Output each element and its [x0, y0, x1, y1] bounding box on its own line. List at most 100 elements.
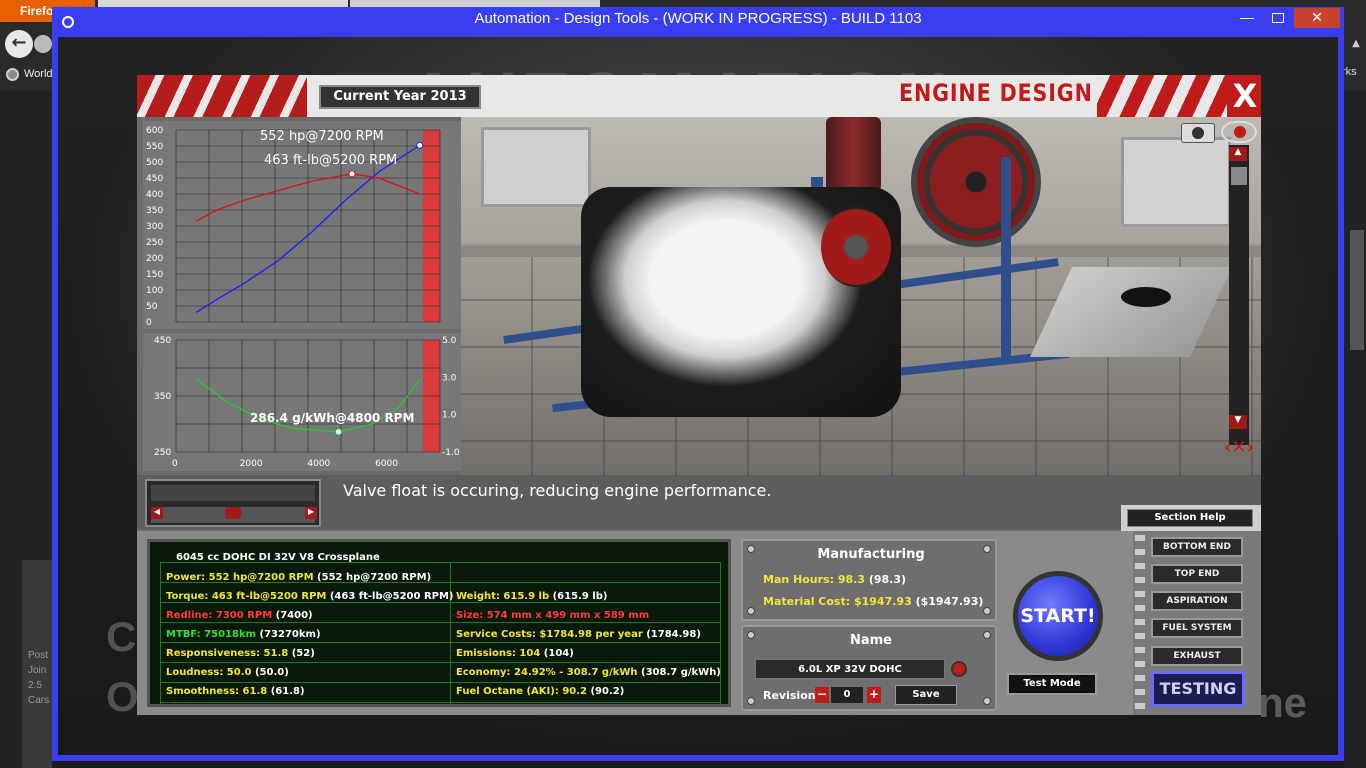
- start-button[interactable]: START!: [1013, 571, 1103, 661]
- material-cost-label: Material Cost: $1947.93: [763, 595, 912, 608]
- stat-value: (104): [543, 648, 574, 659]
- x-tick-label: 6000: [375, 459, 398, 469]
- window-close-button[interactable]: ✕: [1294, 8, 1340, 28]
- power-peak-label: 552 hp@7200 RPM: [260, 129, 384, 144]
- bg-letter: O: [106, 673, 139, 720]
- bookmark-label: World: [24, 68, 53, 80]
- y-tick-label: 150: [146, 270, 163, 280]
- engine-3d-view[interactable]: [461, 117, 1261, 477]
- stat-value: (50.0): [254, 667, 289, 678]
- stat-value: (7400): [275, 610, 313, 621]
- stat-value: (463 ft-lb@5200 RPM): [329, 591, 454, 602]
- zoom-thumb[interactable]: [1231, 167, 1247, 185]
- zoom-up-icon[interactable]: ▲: [1229, 147, 1247, 161]
- power-peak-marker: [416, 141, 424, 149]
- next-arrow-icon[interactable]: ▶: [305, 507, 317, 519]
- stat-value: (52): [291, 648, 315, 659]
- forum-post-text: Post Join 2:5 Cars: [28, 648, 49, 708]
- man-hours-value: (98.3): [868, 573, 907, 586]
- zoom-down-icon[interactable]: ▼: [1229, 415, 1247, 429]
- header-stripes: [1097, 75, 1227, 117]
- header-stripes: [137, 75, 307, 117]
- y2-tick-label: 3.0: [442, 373, 457, 383]
- y-tick-label: 400: [146, 190, 163, 200]
- revision-minus-button[interactable]: −: [815, 687, 829, 703]
- selector-knob[interactable]: [225, 507, 241, 519]
- minimize-button[interactable]: —: [1240, 9, 1254, 25]
- zoom-scrollbar[interactable]: [1229, 145, 1249, 445]
- section-top-end-button[interactable]: TOP END: [1151, 564, 1243, 584]
- stat-value: (552 hp@7200 RPM): [317, 572, 432, 583]
- stat-value: (90.2): [590, 686, 625, 697]
- section-exhaust-button[interactable]: EXHAUST: [1151, 646, 1243, 666]
- y-tick-label: 500: [146, 158, 163, 168]
- panel-header: Current Year 2013 ENGINE DESIGN X: [137, 75, 1261, 117]
- efficiency-chart: 450 350 250 5.0 3.0 1.0 -1.0 0 2000 4000 6000 286.4…: [154, 336, 460, 469]
- man-hours: Man Hours: 98.3 (98.3): [763, 573, 906, 586]
- background-text: ne: [1258, 679, 1308, 726]
- x-tick-label: 2000: [240, 459, 263, 469]
- bookmark-world[interactable]: World: [2, 64, 57, 86]
- stat-row: Fuel Octane (AKI): 90.2 (90.2): [456, 686, 624, 697]
- stat-value: (73270km): [259, 629, 321, 640]
- section-nav: BOTTOM END TOP END ASPIRATION FUEL SYSTE…: [1133, 531, 1261, 715]
- page-scrollbar[interactable]: [1350, 230, 1364, 350]
- manufacturing-title: Manufacturing: [817, 547, 925, 562]
- section-help-button[interactable]: Section Help: [1127, 509, 1253, 527]
- message-bar: ◀ ▶ Valve float is occuring, reducing en…: [137, 475, 1261, 529]
- status-message: Valve float is occuring, reducing engine…: [343, 481, 772, 500]
- section-fuel-system-button[interactable]: FUEL SYSTEM: [1151, 618, 1243, 638]
- scroll-up-icon[interactable]: ▲: [1347, 38, 1365, 54]
- revision-plus-button[interactable]: +: [867, 687, 881, 703]
- stat-label: Smoothness: 61.8: [166, 686, 268, 697]
- clear-name-icon[interactable]: [951, 661, 967, 677]
- bookmarks-label[interactable]: rks: [1342, 66, 1357, 78]
- section-aspiration-button[interactable]: ASPIRATION: [1151, 591, 1243, 611]
- engine-name-input[interactable]: 6.0L XP 32V DOHC: [755, 659, 945, 679]
- y-tick-label: 250: [154, 448, 171, 458]
- section-testing-button[interactable]: TESTING: [1151, 671, 1245, 707]
- prev-arrow-icon[interactable]: ◀: [151, 507, 163, 519]
- oil-drum: [826, 117, 881, 192]
- stat-label: Loudness: 50.0: [166, 667, 252, 678]
- post-line: 2:5: [28, 680, 42, 691]
- garage-window: [481, 127, 591, 207]
- rotate-view-icon[interactable]: ‹✕›: [1219, 437, 1259, 461]
- save-button[interactable]: Save: [895, 685, 957, 705]
- stat-label: Responsiveness: 51.8: [166, 648, 289, 659]
- y-tick-label: 250: [146, 238, 163, 248]
- stat-row: Power: 552 hp@7200 RPM (552 hp@7200 RPM): [166, 572, 431, 583]
- engine-stand: [1001, 157, 1011, 357]
- stat-row: Redline: 7300 RPM (7400): [166, 610, 313, 621]
- section-bottom-end-button[interactable]: BOTTOM END: [1151, 537, 1243, 557]
- bsfc-min-marker: [334, 428, 342, 436]
- y-tick-label: 550: [146, 142, 163, 152]
- stat-value: (308.7 g/kWh): [641, 667, 721, 678]
- power-torque-graph: 600 550 500 450 400 350 300 250 200 150 100 50 0 552 …: [143, 121, 461, 329]
- back-arrow-icon[interactable]: ←: [5, 30, 33, 58]
- eye-icon[interactable]: [1221, 121, 1257, 143]
- fuel-tank-cap: [1121, 287, 1171, 307]
- part-selector[interactable]: [145, 479, 321, 527]
- stat-row: Weight: 615.9 lb (615.9 lb): [456, 591, 607, 602]
- stat-row: Torque: 463 ft-lb@5200 RPM (463 ft-lb@52…: [166, 591, 454, 602]
- y-tick-label: 100: [146, 286, 163, 296]
- flywheel: [821, 207, 891, 287]
- stat-row: Smoothness: 61.8 (61.8): [166, 686, 305, 697]
- name-box: Name 6.0L XP 32V DOHC Revision − 0 + Sav…: [741, 625, 997, 711]
- camera-icon[interactable]: [1181, 123, 1215, 143]
- y-tick-label: 450: [154, 336, 171, 346]
- name-title: Name: [849, 633, 892, 648]
- torque-peak-label: 463 ft-lb@5200 RPM: [264, 153, 397, 168]
- forward-icon[interactable]: [34, 35, 52, 53]
- rivets: [1135, 535, 1145, 711]
- test-mode-button[interactable]: Test Mode: [1007, 673, 1097, 695]
- stat-value: (61.8): [270, 686, 305, 697]
- stat-label: Fuel Octane (AKI): 90.2: [456, 686, 587, 697]
- panel-close-button[interactable]: X: [1231, 77, 1259, 115]
- y2-tick-label: 5.0: [442, 336, 457, 346]
- current-year: Current Year 2013: [319, 85, 481, 109]
- maximize-button[interactable]: [1272, 13, 1284, 23]
- x-tick-label: 4000: [307, 459, 330, 469]
- material-cost-value: ($1947.93): [915, 595, 984, 608]
